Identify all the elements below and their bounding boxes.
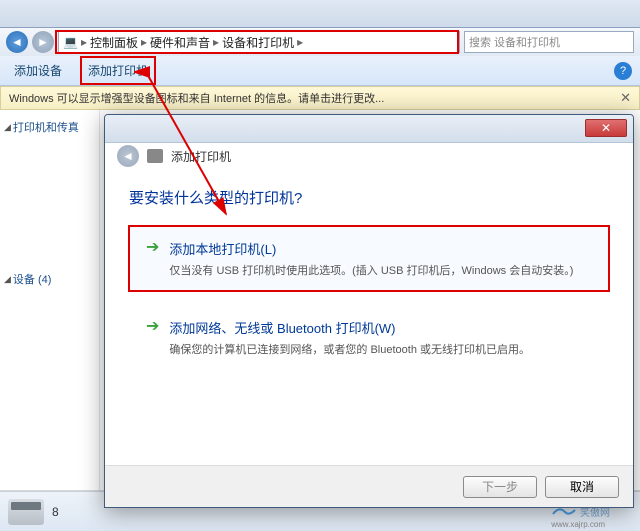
breadcrumb-root-icon: 💻 <box>63 35 78 49</box>
dialog-title: 要安装什么类型的打印机? <box>129 187 609 208</box>
option-desc: 确保您的计算机已连接到网络，或者您的 Bluetooth 或无线打印机已启用。 <box>169 341 530 357</box>
dialog-body: 要安装什么类型的打印机? ➔ 添加本地打印机(L) 仅当没有 USB 打印机时使… <box>105 169 633 402</box>
chevron-right-icon: ▸ <box>78 35 90 49</box>
status-count: 8 <box>52 505 59 519</box>
add-device-button[interactable]: 添加设备 <box>8 58 68 83</box>
dialog-back-button[interactable]: ◄ <box>117 145 139 167</box>
nav-pane: ◢ 打印机和传真 ◢ 设备 (4) <box>0 110 100 490</box>
option-local-printer[interactable]: ➔ 添加本地打印机(L) 仅当没有 USB 打印机时使用此选项。(插入 USB … <box>129 226 609 291</box>
arrow-right-icon: ➔ <box>146 319 159 357</box>
chevron-right-icon: ▸ <box>138 35 150 49</box>
dialog-header: ◄ 添加打印机 <box>105 143 633 169</box>
option-network-printer[interactable]: ➔ 添加网络、无线或 Bluetooth 打印机(W) 确保您的计算机已连接到网… <box>129 305 609 370</box>
address-bar: ◄ ► 💻 ▸ 控制面板 ▸ 硬件和声音 ▸ 设备和打印机 ▸ 搜索 设备和打印… <box>0 28 640 56</box>
nav-section-label: 设备 (4) <box>13 271 52 287</box>
nav-forward-button[interactable]: ► <box>32 31 54 53</box>
window-titlebar <box>0 0 640 28</box>
option-title: 添加本地打印机(L) <box>169 239 573 258</box>
breadcrumb-item[interactable]: 控制面板 <box>90 34 138 51</box>
dialog-footer: 下一步 取消 <box>105 465 633 507</box>
add-printer-label: 添加打印机 <box>88 64 148 78</box>
nav-back-button[interactable]: ◄ <box>6 31 28 53</box>
close-button[interactable]: ✕ <box>585 119 627 137</box>
triangle-icon: ◢ <box>4 274 11 285</box>
breadcrumb-item[interactable]: 设备和打印机 <box>222 34 294 51</box>
search-input[interactable]: 搜索 设备和打印机 <box>464 31 634 53</box>
search-placeholder: 搜索 设备和打印机 <box>469 34 560 50</box>
nav-section-devices[interactable]: ◢ 设备 (4) <box>4 268 95 290</box>
option-title: 添加网络、无线或 Bluetooth 打印机(W) <box>169 318 530 337</box>
cancel-button[interactable]: 取消 <box>545 476 619 498</box>
devices-icon <box>8 499 44 525</box>
arrow-right-icon: ➔ <box>146 240 159 278</box>
nav-section-printers[interactable]: ◢ 打印机和传真 <box>4 116 95 138</box>
toolbar: 添加设备 添加打印机 ? <box>0 56 640 86</box>
add-printer-button[interactable]: 添加打印机 <box>82 58 154 83</box>
printer-icon <box>147 149 163 163</box>
next-button[interactable]: 下一步 <box>463 476 537 498</box>
triangle-icon: ◢ <box>4 122 11 133</box>
close-icon[interactable]: ✕ <box>620 90 631 106</box>
help-icon[interactable]: ? <box>614 62 632 80</box>
breadcrumb[interactable]: 💻 ▸ 控制面板 ▸ 硬件和声音 ▸ 设备和打印机 ▸ <box>58 31 460 53</box>
dialog-header-text: 添加打印机 <box>171 148 231 165</box>
info-text: Windows 可以显示增强型设备图标和来自 Internet 的信息。请单击进… <box>9 90 384 106</box>
info-bar[interactable]: Windows 可以显示增强型设备图标和来自 Internet 的信息。请单击进… <box>0 86 640 110</box>
breadcrumb-item[interactable]: 硬件和声音 <box>150 34 210 51</box>
dialog-titlebar[interactable]: ✕ <box>105 115 633 143</box>
nav-section-label: 打印机和传真 <box>13 119 79 135</box>
option-desc: 仅当没有 USB 打印机时使用此选项。(插入 USB 打印机后，Windows … <box>169 262 573 278</box>
chevron-right-icon: ▸ <box>210 35 222 49</box>
add-printer-dialog: ✕ ◄ 添加打印机 要安装什么类型的打印机? ➔ 添加本地打印机(L) 仅当没有… <box>104 114 634 508</box>
chevron-right-icon: ▸ <box>294 35 306 49</box>
